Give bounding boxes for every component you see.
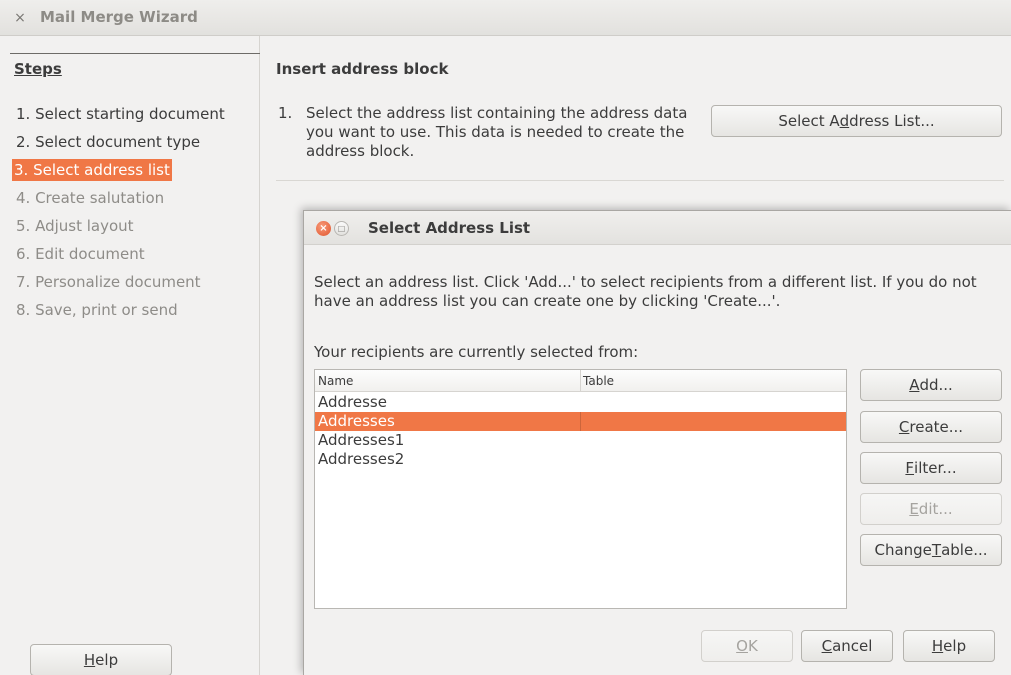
column-header-table[interactable]: Table — [583, 374, 614, 388]
filter-button[interactable]: Filter... — [860, 452, 1002, 484]
mnemonic: H — [83, 651, 96, 669]
label-pre: Select A — [778, 112, 840, 130]
mnemonic: d — [839, 112, 850, 130]
mnemonic: C — [821, 637, 833, 655]
edit-button: Edit... — [860, 493, 1002, 525]
mnemonic: A — [909, 376, 920, 394]
mnemonic: F — [905, 459, 915, 477]
window-titlebar: × Mail Merge Wizard — [0, 0, 1011, 36]
label-post: ancel — [832, 637, 873, 655]
row-name: Addresse — [318, 393, 387, 411]
column-header-name[interactable]: Name — [318, 374, 353, 388]
label-post: elp — [943, 637, 967, 655]
instruction-number: 1. — [278, 104, 293, 122]
selected-from-label: Your recipients are currently selected f… — [314, 343, 639, 361]
label-pre: Change — [874, 541, 932, 559]
dialog-help-button[interactable]: Help — [903, 630, 995, 662]
maximize-icon[interactable]: □ — [334, 221, 349, 236]
label-post: reate... — [909, 418, 964, 436]
step-create-salutation: 4. Create salutation — [16, 189, 165, 207]
mnemonic: O — [736, 637, 748, 655]
label-post: ilter... — [914, 459, 957, 477]
step-edit-document: 6. Edit document — [16, 245, 145, 263]
step-save-print-send: 8. Save, print or send — [16, 301, 178, 319]
mnemonic: C — [898, 418, 910, 436]
step-select-starting-document[interactable]: 1. Select starting document — [14, 103, 227, 125]
add-button[interactable]: Add... — [860, 369, 1002, 401]
page-title: Insert address block — [276, 60, 449, 78]
label-post: dd... — [919, 376, 953, 394]
dialog-title: Select Address List — [368, 219, 531, 237]
select-address-list-dialog: × □ Select Address List Select an addres… — [303, 210, 1011, 675]
mnemonic: T — [931, 541, 942, 559]
table-row[interactable]: Addresse — [315, 393, 846, 412]
section-divider — [276, 180, 1004, 181]
step-select-address-list[interactable]: 3. Select address list — [12, 159, 172, 181]
table-row[interactable]: Addresses2 — [315, 450, 846, 469]
address-list-table[interactable]: Name Table Addresse Addresses Addresses1… — [314, 369, 847, 609]
steps-divider — [10, 53, 260, 54]
instruction-text: Select the address list containing the a… — [306, 104, 688, 160]
cancel-button[interactable]: Cancel — [801, 630, 893, 662]
close-icon[interactable]: × — [12, 10, 28, 26]
label-post: dit... — [918, 500, 953, 518]
label-post: elp — [95, 651, 119, 669]
column-divider[interactable] — [580, 370, 581, 392]
step-adjust-layout: 5. Adjust layout — [16, 217, 134, 235]
cell-divider — [580, 412, 581, 431]
mnemonic: H — [931, 637, 944, 655]
table-row-selected[interactable]: Addresses — [315, 412, 846, 431]
dialog-titlebar: × □ Select Address List — [304, 211, 1011, 245]
create-button[interactable]: Create... — [860, 411, 1002, 443]
row-name: Addresses — [318, 412, 395, 430]
step-select-document-type[interactable]: 2. Select document type — [14, 131, 202, 153]
steps-heading: Steps — [14, 60, 62, 78]
close-icon[interactable]: × — [316, 221, 331, 236]
label-post: dress List... — [849, 112, 935, 130]
table-header: Name Table — [315, 370, 846, 392]
label-post: able... — [941, 541, 988, 559]
mnemonic: E — [909, 500, 919, 518]
label-post: K — [747, 637, 758, 655]
wizard-help-button[interactable]: Help — [30, 644, 172, 675]
row-name: Addresses2 — [318, 450, 405, 468]
table-row[interactable]: Addresses1 — [315, 431, 846, 450]
ok-button: OK — [701, 630, 793, 662]
change-table-button[interactable]: Change Table... — [860, 534, 1002, 566]
window-title: Mail Merge Wizard — [40, 8, 198, 26]
row-name: Addresses1 — [318, 431, 405, 449]
dialog-description: Select an address list. Click 'Add...' t… — [314, 273, 977, 310]
select-address-list-button[interactable]: Select Ad dress List... — [711, 105, 1002, 137]
step-personalize-document: 7. Personalize document — [16, 273, 201, 291]
